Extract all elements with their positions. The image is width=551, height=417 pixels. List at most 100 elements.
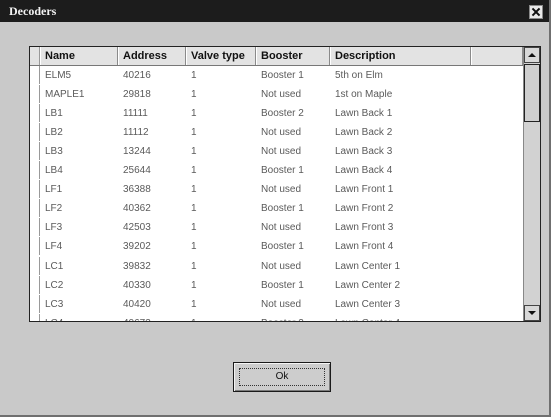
cell-name: LB3 [45, 146, 63, 158]
window-title: Decoders [9, 4, 57, 18]
column-header-booster[interactable]: Booster [256, 47, 330, 65]
row-selector[interactable] [30, 142, 40, 161]
cell-description: Lawn Center 4 [330, 314, 471, 321]
cell-booster: Not used [261, 127, 302, 139]
table-row[interactable]: LB2 11112 1 Not used Lawn Back 2 [30, 123, 523, 142]
row-selector[interactable] [30, 161, 40, 180]
cell-description: 5th on Elm [335, 70, 383, 81]
cell-booster: Not used [261, 260, 302, 272]
close-icon[interactable] [529, 5, 543, 19]
table-row[interactable]: ELM5 40216 1 Booster 1 5th on Elm [30, 66, 523, 85]
column-header-address[interactable]: Address [118, 47, 186, 65]
ok-button-label: Ok [275, 371, 289, 382]
cell-name: ELM5 [45, 70, 72, 81]
cell-name: MAPLE1 [45, 89, 85, 101]
cell-address: 11112 [123, 127, 149, 139]
cell-booster: Not used [261, 298, 302, 310]
cell-valve-type: 1 [191, 260, 197, 272]
row-selector[interactable] [30, 275, 40, 294]
cell-address: 36388 [123, 184, 151, 196]
cell-description: Lawn Front 2 [335, 203, 394, 215]
row-selector[interactable] [30, 66, 40, 84]
cell-address: 39202 [123, 241, 151, 253]
table-header: Name Address Valve type Booster Descript… [30, 47, 523, 66]
cell-name: LB1 [45, 108, 63, 120]
row-selector-header [30, 47, 40, 65]
table-row[interactable]: LF1 36388 1 Not used Lawn Front 1 [30, 180, 523, 199]
table-row[interactable]: MAPLE1 29818 1 Not used 1st on Maple [30, 85, 523, 104]
cell-booster: Booster 1 [261, 70, 304, 81]
table-row[interactable]: LC4406731Booster 2Lawn Center 4 [30, 313, 523, 321]
row-selector[interactable] [30, 313, 40, 321]
cell-valve-type: 1 [191, 108, 197, 120]
cell-description: Lawn Center 3 [335, 298, 401, 310]
cell-booster: Booster 1 [261, 241, 304, 253]
cell-description: Lawn Front 3 [335, 222, 394, 234]
cell-description: Lawn Back 2 [335, 127, 393, 139]
decoders-dialog: Decoders Name Address Valve type Booster… [0, 0, 551, 417]
table-row[interactable]: LC2 40330 1 Booster 1 Lawn Center 2 [30, 275, 523, 295]
cell-description: Lawn Front 1 [335, 184, 394, 196]
row-selector[interactable] [30, 256, 40, 275]
row-selector[interactable] [30, 104, 40, 123]
table-row[interactable]: LF3 42503 1 Not used Lawn Front 3 [30, 218, 523, 237]
table-row[interactable]: LB4 25644 1 Booster 1 Lawn Back 4 [30, 161, 523, 180]
cell-booster: Booster 1 [261, 279, 304, 291]
cell-name: LF2 [45, 203, 63, 215]
cell-name: LC1 [45, 260, 64, 272]
cell-valve-type: 1 [191, 89, 197, 101]
table-row[interactable]: LC1 39832 1 Not used Lawn Center 1 [30, 256, 523, 276]
cell-description: Lawn Back 1 [335, 108, 393, 120]
cell-address: 42503 [123, 222, 151, 234]
cell-valve-type: 1 [191, 279, 197, 291]
cell-booster: Booster 2 [261, 108, 304, 120]
column-header-valve-type[interactable]: Valve type [186, 47, 256, 65]
cell-address: 25644 [123, 165, 151, 177]
cell-address: 40420 [123, 298, 151, 310]
title-bar[interactable]: Decoders [0, 0, 549, 22]
cell-name: LC4 [40, 314, 118, 321]
column-header-name[interactable]: Name [40, 47, 118, 65]
cell-valve-type: 1 [191, 70, 197, 81]
cell-booster: Not used [261, 146, 302, 158]
cell-address: 11111 [123, 108, 148, 120]
vertical-scrollbar[interactable] [523, 47, 540, 321]
cell-description: Lawn Back 3 [335, 146, 393, 158]
cell-booster: Not used [261, 222, 302, 234]
table-row[interactable]: LB3 13244 1 Not used Lawn Back 3 [30, 142, 523, 161]
row-selector[interactable] [30, 199, 40, 218]
cell-address: 40673 [118, 314, 186, 321]
row-selector[interactable] [30, 180, 40, 199]
table-row[interactable]: LC3 40420 1 Not used Lawn Center 3 [30, 294, 523, 314]
cell-valve-type: 1 [191, 241, 197, 253]
cell-name: LF4 [45, 241, 63, 253]
cell-valve-type: 1 [191, 127, 197, 139]
arrow-down-icon[interactable] [524, 305, 540, 321]
cell-name: LF1 [45, 184, 63, 196]
cell-description: Lawn Front 4 [335, 241, 394, 253]
row-selector[interactable] [30, 237, 40, 256]
cell-description: 1st on Maple [335, 89, 393, 101]
table-row[interactable]: LB1 11111 1 Booster 2 Lawn Back 1 [30, 104, 523, 123]
table-row[interactable]: LF2 40362 1 Booster 1 Lawn Front 2 [30, 199, 523, 218]
cell-valve-type: 1 [191, 222, 197, 234]
cell-name: LF3 [45, 222, 63, 234]
cell-address: 39832 [123, 260, 151, 272]
cell-address: 40216 [123, 70, 151, 81]
column-header-description[interactable]: Description [330, 47, 471, 65]
cell-address: 29818 [123, 89, 151, 101]
cell-name: LC3 [45, 298, 64, 310]
cell-booster: Booster 1 [261, 165, 304, 177]
cell-valve-type: 1 [191, 165, 197, 177]
decoders-table[interactable]: Name Address Valve type Booster Descript… [29, 46, 541, 322]
row-selector[interactable] [30, 294, 40, 313]
row-selector[interactable] [30, 85, 40, 104]
row-selector[interactable] [30, 123, 40, 142]
row-selector[interactable] [30, 218, 40, 237]
cell-address: 40330 [123, 279, 151, 291]
scroll-thumb[interactable] [524, 64, 540, 122]
table-row[interactable]: LF4 39202 1 Booster 1 Lawn Front 4 [30, 237, 523, 256]
cell-booster: Booster 1 [261, 203, 304, 215]
ok-button[interactable]: Ok [233, 362, 331, 392]
arrow-up-icon[interactable] [524, 47, 540, 63]
